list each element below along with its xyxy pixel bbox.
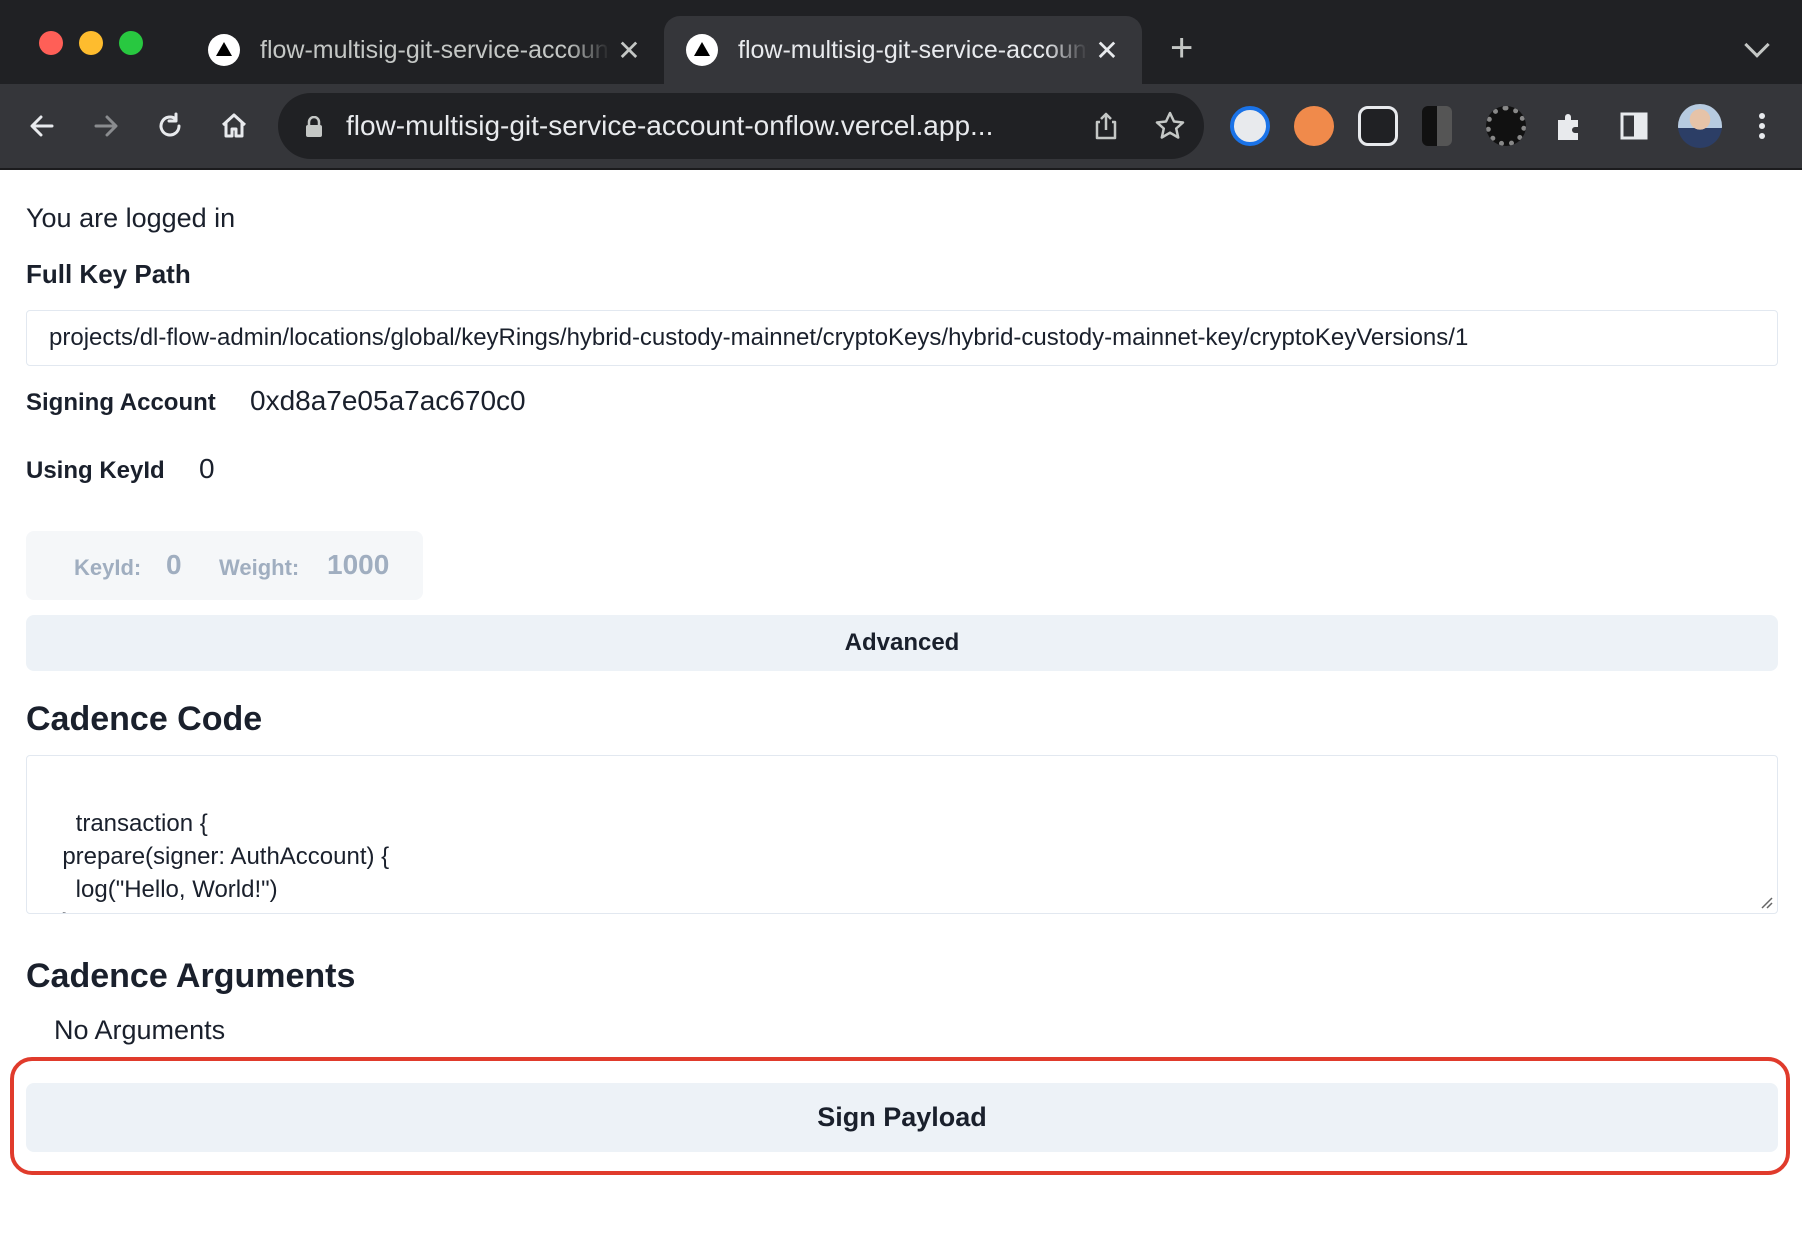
full-key-path-label: Full Key Path <box>26 259 191 289</box>
sidepanel-icon[interactable] <box>1614 106 1654 146</box>
key-card-keyid-value: 0 <box>166 549 182 580</box>
reload-icon[interactable] <box>150 106 190 146</box>
highlight-box <box>10 1057 1790 1175</box>
back-arrow-icon[interactable] <box>22 106 62 146</box>
browser-tab-2[interactable]: flow-multisig-git-service-account-onflow… <box>664 16 1142 84</box>
vercel-favicon-icon <box>208 34 240 66</box>
bookmark-star-icon[interactable] <box>1152 108 1188 144</box>
tab-bar: flow-multisig-git-service-account-onflow… <box>0 0 1802 84</box>
key-card-weight-label: Weight: <box>219 555 300 580</box>
lock-icon[interactable] <box>304 116 324 138</box>
resize-grip-icon[interactable] <box>1759 895 1773 909</box>
cadence-arguments-title: Cadence Arguments <box>26 957 356 995</box>
tab-title: flow-multisig-git-service-account-onflow <box>260 35 610 64</box>
chevron-down-icon[interactable] <box>1744 32 1770 58</box>
full-key-path-input[interactable]: projects/dl-flow-admin/locations/global/… <box>26 310 1778 366</box>
signing-account-label: Signing Account <box>26 389 216 416</box>
more-menu-icon[interactable] <box>1742 106 1782 146</box>
tab-title: flow-multisig-git-service-account-onflow <box>738 35 1088 64</box>
toolbar-divider <box>0 168 1802 170</box>
forward-arrow-icon[interactable] <box>86 106 126 146</box>
share-icon[interactable] <box>1088 108 1124 144</box>
sun-extension-icon[interactable] <box>1486 106 1526 146</box>
glasses-extension-icon[interactable] <box>1358 106 1398 146</box>
using-keyid-value: 0 <box>199 453 215 484</box>
maximize-window-button[interactable] <box>119 31 143 55</box>
using-keyid-label: Using KeyId <box>26 457 165 484</box>
cadence-code-textarea[interactable]: transaction { prepare(signer: AuthAccoun… <box>26 755 1778 914</box>
key-card-weight-value: 1000 <box>327 549 390 580</box>
minimize-window-button[interactable] <box>79 31 103 55</box>
password-manager-icon[interactable] <box>1230 106 1270 146</box>
home-icon[interactable] <box>214 106 254 146</box>
url-text[interactable]: flow-multisig-git-service-account-onflow… <box>346 110 993 142</box>
puzzle-icon[interactable] <box>1550 106 1590 146</box>
profile-avatar[interactable] <box>1678 104 1722 148</box>
b-extension-icon[interactable] <box>1422 106 1452 146</box>
no-arguments-text: No Arguments <box>54 1015 226 1045</box>
vercel-favicon-icon <box>686 34 718 66</box>
tab-close-icon[interactable]: ✕ <box>614 34 644 67</box>
browser-tab-1[interactable]: flow-multisig-git-service-account-onflow… <box>186 16 664 84</box>
close-window-button[interactable] <box>39 31 63 55</box>
key-card-keyid-label: KeyId: <box>74 555 142 580</box>
plus-icon[interactable]: + <box>1170 28 1193 68</box>
cadence-code-title: Cadence Code <box>26 700 263 738</box>
key-card[interactable]: KeyId: 0 Weight: 1000 <box>26 531 423 600</box>
incognito-extension-icon[interactable] <box>1294 106 1334 146</box>
tab-close-icon[interactable]: ✕ <box>1092 34 1122 67</box>
login-status: You are logged in <box>26 203 236 233</box>
signing-account-value: 0xd8a7e05a7ac670c0 <box>250 385 526 416</box>
cadence-code-text: transaction { prepare(signer: AuthAccoun… <box>62 810 390 913</box>
advanced-button[interactable]: Advanced <box>26 615 1778 671</box>
